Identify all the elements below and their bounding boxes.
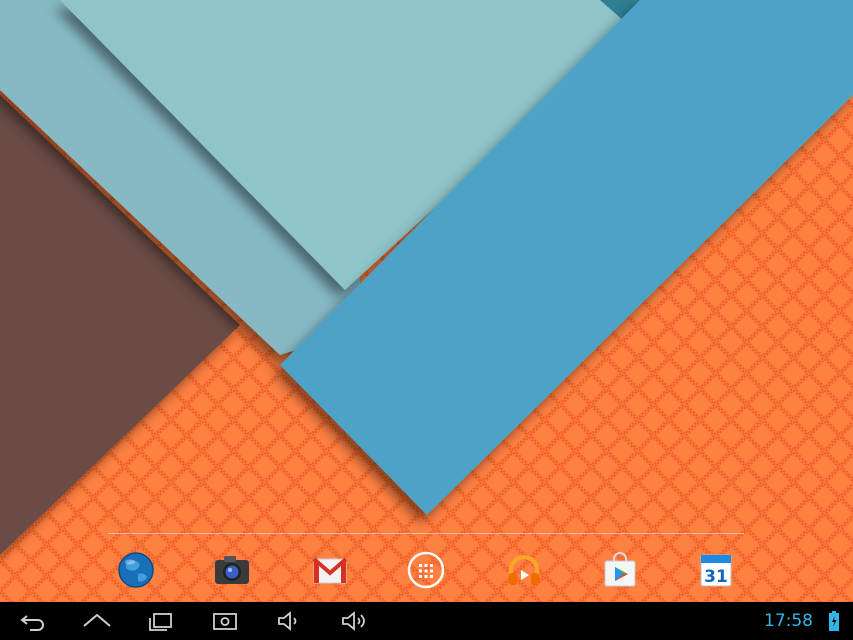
battery-charging-icon — [829, 611, 839, 631]
play-store-icon[interactable] — [598, 548, 642, 592]
play-music-icon[interactable] — [502, 548, 546, 592]
all-apps-icon[interactable] — [404, 548, 448, 592]
gmail-icon[interactable] — [308, 548, 352, 592]
recent-apps-icon[interactable] — [144, 608, 178, 634]
screenshot-icon[interactable] — [208, 608, 242, 634]
navigation-bar: 17:58 — [0, 602, 853, 640]
calendar-date-label: 31 — [704, 567, 728, 587]
back-icon[interactable] — [16, 608, 50, 634]
home-icon[interactable] — [80, 608, 114, 634]
calendar-icon[interactable]: 31 — [694, 548, 738, 592]
dock-divider — [108, 533, 744, 534]
camera-icon[interactable] — [210, 548, 254, 592]
volume-up-icon[interactable] — [336, 608, 370, 634]
browser-globe-icon[interactable] — [114, 548, 158, 592]
volume-down-icon[interactable] — [272, 608, 306, 634]
wallpaper — [0, 0, 853, 602]
status-clock: 17:58 — [764, 611, 813, 631]
